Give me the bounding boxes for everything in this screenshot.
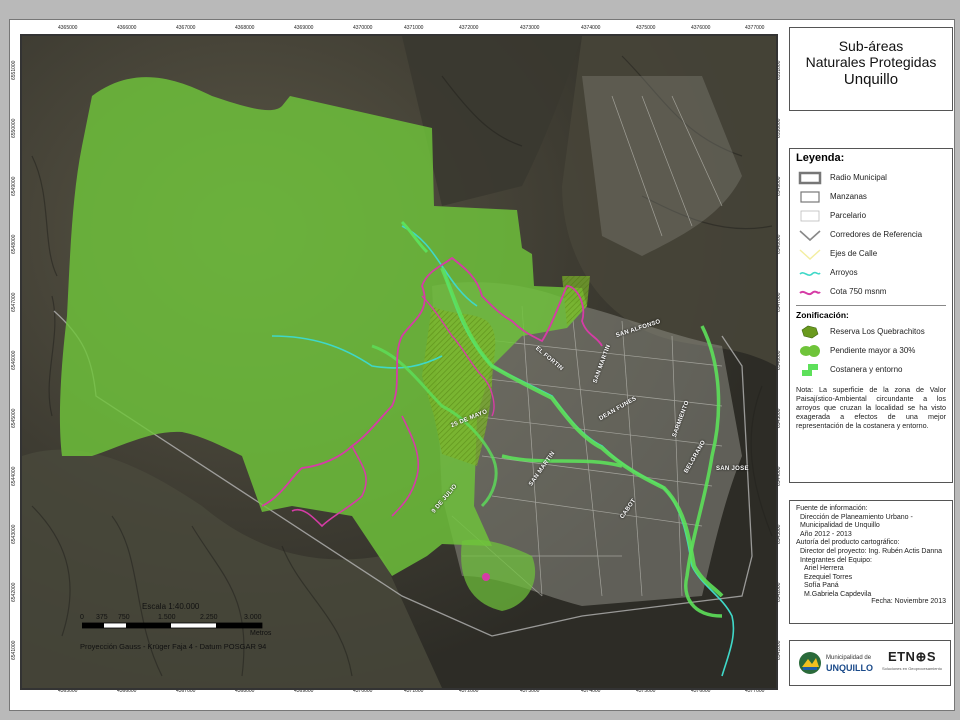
legend-panel: Leyenda: Radio Municipal Manzanas Parcel… bbox=[789, 148, 953, 483]
source-line: Sofía Paná bbox=[804, 582, 839, 590]
scale-tick: 2.250 bbox=[200, 614, 218, 621]
arroyos-symbol bbox=[798, 266, 822, 280]
scale-tick: 750 bbox=[118, 614, 130, 621]
y-tick-label: 6544000 bbox=[11, 466, 17, 486]
x-tick-label: 4372000 bbox=[459, 25, 479, 31]
x-tick-label: 4368000 bbox=[235, 25, 255, 31]
source-line: Integrantes del Equipo: bbox=[800, 556, 872, 564]
source-line: Autoría del producto cartográfico: bbox=[796, 539, 900, 547]
legend-item: Corredores de Referencia bbox=[790, 225, 952, 244]
scale-tick: 1.500 bbox=[158, 614, 176, 621]
company-name-post: S bbox=[926, 649, 937, 664]
legend-item: Ejes de Calle bbox=[790, 244, 952, 263]
costanera-symbol bbox=[798, 363, 822, 377]
y-tick-label: 6541000 bbox=[11, 640, 17, 660]
x-tick-label: 4366000 bbox=[117, 25, 137, 31]
municipality-top-text: Municipalidad de bbox=[826, 655, 872, 661]
zoning-item: Reserva Los Quebrachitos bbox=[790, 322, 952, 341]
legend-item: Radio Municipal bbox=[790, 168, 952, 187]
x-tick-label: 4365000 bbox=[58, 25, 78, 31]
zoning-item-label: Reserva Los Quebrachitos bbox=[830, 327, 925, 336]
source-text: Fuente de información: Dirección de Plan… bbox=[790, 501, 952, 610]
legend-item-label: Manzanas bbox=[830, 192, 867, 201]
pendiente-symbol bbox=[798, 344, 822, 358]
legend-item-label: Cota 750 msnm bbox=[830, 287, 887, 296]
source-line: Año 2012 - 2013 bbox=[800, 530, 852, 538]
corredores-symbol bbox=[798, 228, 822, 242]
zoning-item-label: Pendiente mayor a 30% bbox=[830, 346, 916, 355]
x-tick-label: 4375000 bbox=[636, 25, 656, 31]
company-name-pre: ETN bbox=[887, 649, 916, 664]
zoning-item: Costanera y entorno bbox=[790, 360, 952, 379]
municipality-logo: Municipalidad de UNQUILLO bbox=[798, 651, 873, 675]
y-tick-label: 6545000 bbox=[11, 408, 17, 428]
source-line: Municipalidad de Unquillo bbox=[800, 522, 880, 530]
street-label: SAN JOSE bbox=[716, 466, 749, 472]
legend-item-label: Arroyos bbox=[830, 268, 858, 277]
x-tick-label: 4367000 bbox=[176, 25, 196, 31]
logos-panel: Municipalidad de UNQUILLO ETN⊕S Solucion… bbox=[789, 640, 951, 686]
legend-note: Nota: La superficie de la zona de Valor … bbox=[796, 385, 946, 430]
legend-item: Arroyos bbox=[790, 263, 952, 282]
source-line: Ezequiel Torres bbox=[804, 573, 853, 581]
scale-tick: 0 bbox=[80, 614, 84, 621]
title-panel: Sub-áreas Naturales Protegidas Unquillo bbox=[789, 27, 953, 111]
legend-item: Manzanas bbox=[790, 187, 952, 206]
scale-tick: 375 bbox=[96, 614, 108, 621]
y-tick-label: 6551000 bbox=[11, 60, 17, 80]
cota-symbol bbox=[798, 285, 822, 299]
source-line: Director del proyecto: Ing. Rubén Actis … bbox=[800, 547, 943, 555]
source-line: Fuente de información: bbox=[796, 505, 868, 512]
legend-item-label: Radio Municipal bbox=[830, 173, 887, 182]
x-tick-label: 4374000 bbox=[581, 25, 601, 31]
source-line: Ariel Herrera bbox=[804, 565, 844, 573]
parcelario-symbol bbox=[798, 209, 822, 223]
source-panel: Fuente de información: Dirección de Plan… bbox=[789, 500, 953, 624]
title-line-3: Unquillo bbox=[843, 71, 899, 88]
legend-item: Parcelario bbox=[790, 206, 952, 225]
y-tick-label: 6547000 bbox=[11, 292, 17, 312]
title-line-2: Naturales Protegidas bbox=[805, 54, 937, 70]
manzanas-symbol bbox=[798, 190, 822, 204]
radio-municipal-symbol bbox=[798, 171, 822, 185]
title-line-1: Sub-áreas bbox=[838, 38, 904, 54]
scale-title: Escala 1:40.000 bbox=[142, 602, 200, 611]
legend-heading: Leyenda: bbox=[796, 152, 845, 164]
zoning-item-label: Costanera y entorno bbox=[830, 365, 903, 374]
y-tick-label: 6548000 bbox=[11, 234, 17, 254]
cota-750-point bbox=[482, 573, 490, 581]
zoning-item: Pendiente mayor a 30% bbox=[790, 341, 952, 360]
x-tick-label: 4371000 bbox=[404, 25, 424, 31]
reserva-symbol bbox=[798, 325, 822, 339]
source-line: Dirección de Planeamiento Urbano - bbox=[800, 513, 913, 521]
zoning-heading: Zonificación: bbox=[796, 310, 849, 320]
company-logo: ETN⊕S Soluciones en Geoprocesamiento bbox=[881, 649, 942, 675]
legend-item-label: Ejes de Calle bbox=[830, 249, 878, 258]
x-tick-label: 4376000 bbox=[691, 25, 711, 31]
y-tick-label: 6546000 bbox=[11, 350, 17, 370]
x-tick-label: 4369000 bbox=[294, 25, 314, 31]
legend-item-label: Parcelario bbox=[830, 211, 867, 220]
legend-item: Cota 750 msnm bbox=[790, 282, 952, 301]
projection-label: Proyección Gauss - Krüger Faja 4 - Datum… bbox=[80, 642, 267, 651]
municipality-name: UNQUILLO bbox=[826, 663, 873, 673]
scale-bar bbox=[82, 622, 263, 629]
municipality-emblem-icon bbox=[799, 652, 821, 674]
x-tick-label: 4370000 bbox=[353, 25, 373, 31]
x-tick-label: 4373000 bbox=[520, 25, 540, 31]
y-tick-label: 6550000 bbox=[11, 118, 17, 138]
y-tick-label: 6542000 bbox=[11, 582, 17, 602]
y-tick-label: 6543000 bbox=[11, 524, 17, 544]
scale-tick: 3.000 bbox=[244, 614, 262, 621]
company-tagline: Soluciones en Geoprocesamiento bbox=[881, 666, 942, 671]
compass-icon: ⊕ bbox=[915, 649, 927, 664]
scale-unit: Metros bbox=[250, 630, 272, 637]
y-tick-label: 6549000 bbox=[11, 176, 17, 196]
legend-item-label: Corredores de Referencia bbox=[830, 230, 923, 239]
satellite-map bbox=[22, 36, 776, 688]
x-tick-label: 4377000 bbox=[745, 25, 765, 31]
map-frame[interactable]: SAN ALFONSO SARMIENTO SAN MARTIN DEAN FU… bbox=[20, 34, 778, 690]
ejes-calle-symbol bbox=[798, 247, 822, 261]
